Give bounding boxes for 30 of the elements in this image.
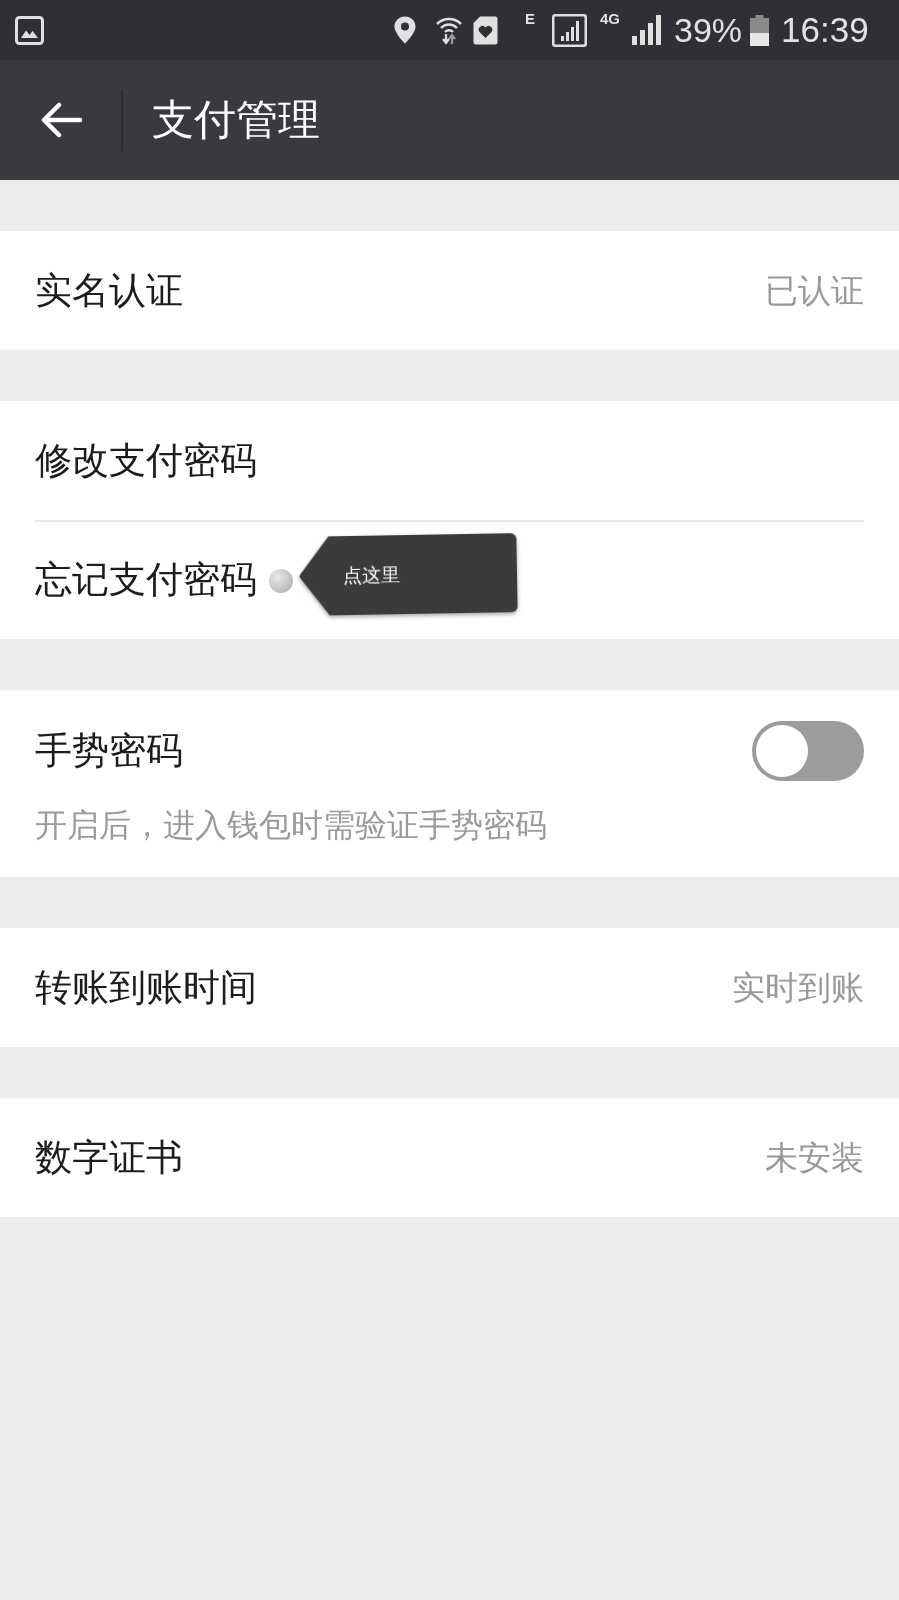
setting-label: 手势密码: [35, 729, 183, 773]
setting-value: 未安装: [765, 1137, 864, 1178]
settings-row[interactable]: 修改支付密码: [0, 401, 899, 520]
setting-label: 数字证书: [35, 1135, 183, 1180]
setting-value: 实时到账: [732, 967, 864, 1008]
battery-icon: [750, 14, 770, 46]
signal-strength-icon: [631, 15, 663, 45]
callout-tag: 点这里: [298, 533, 518, 616]
battery-percentage: 39%: [674, 10, 743, 50]
image-icon: [15, 15, 44, 45]
network-type-label: E: [525, 11, 535, 27]
back-arrow-icon: [40, 102, 82, 138]
clock-time: 16:39: [781, 10, 869, 50]
setting-label: 修改支付密码: [35, 438, 257, 483]
settings-row[interactable]: 实名认证 已认证: [0, 231, 899, 350]
setting-description: 开启后，进入钱包时需验证手势密码: [35, 808, 548, 842]
setting-label: 忘记支付密码: [35, 557, 257, 602]
toggle-switch[interactable]: [752, 721, 864, 781]
settings-row[interactable]: 数字证书 未安装: [0, 1098, 899, 1217]
wifi-icon: [436, 15, 462, 45]
location-pin-icon: [394, 16, 416, 44]
network-type-label: 4G: [600, 11, 621, 27]
setting-label: 转账到账时间: [35, 965, 257, 1010]
sim-card-heart-icon: [473, 15, 498, 45]
setting-label: 实名认证: [35, 268, 183, 313]
settings-row[interactable]: 忘记支付密码 点这里: [0, 520, 899, 639]
setting-value: 已认证: [765, 270, 864, 311]
page-title: 支付管理: [152, 95, 320, 145]
signal-strength-icon: [552, 13, 587, 47]
settings-row[interactable]: 转账到账时间 实时到账: [0, 928, 899, 1047]
